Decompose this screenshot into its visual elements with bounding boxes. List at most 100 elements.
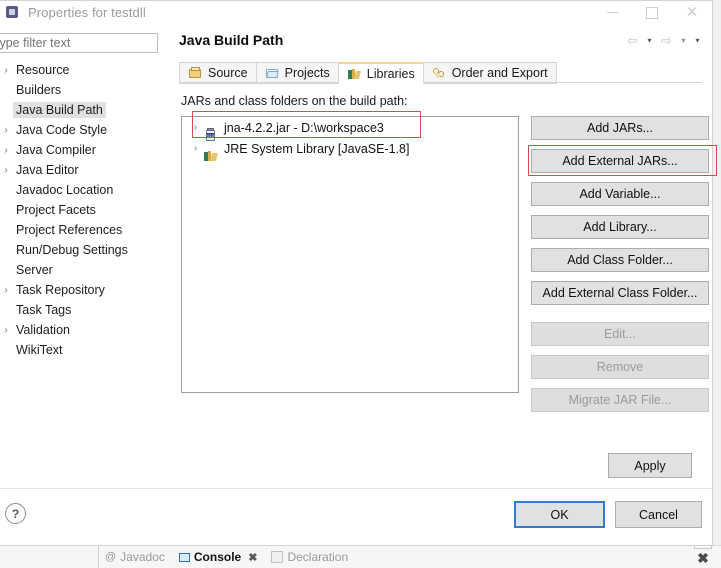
add-external-jars-button[interactable]: Add External JARs...	[531, 149, 709, 173]
page-title: Java Build Path	[179, 32, 284, 48]
build-path-entries-list[interactable]: › 010 jna-4.2.2.jar - D:\workspace3 › JR…	[181, 116, 519, 393]
sidebar-item-project-references[interactable]: › Project References	[0, 220, 167, 240]
sidebar-item-wikitext[interactable]: › WikiText	[0, 340, 167, 360]
page-menu-caret-icon[interactable]: ▾	[691, 31, 704, 50]
sidebar-item-run-debug-settings[interactable]: › Run/Debug Settings	[0, 240, 167, 260]
spacer-icon: ›	[0, 305, 13, 316]
sidebar-item-label: Task Repository	[16, 283, 105, 297]
migrate-jar-file-button: Migrate JAR File...	[531, 388, 709, 412]
filter-box[interactable]	[0, 33, 158, 53]
apply-row: Apply	[608, 453, 692, 478]
sidebar-item-resource[interactable]: › Resource	[0, 60, 167, 80]
sidebar-item-java-editor[interactable]: › Java Editor	[0, 160, 167, 180]
add-jars-button[interactable]: Add JARs...	[531, 116, 709, 140]
sidebar-item-validation[interactable]: › Validation	[0, 320, 167, 340]
sidebar-item-label: Java Compiler	[16, 143, 96, 157]
maximize-button[interactable]	[632, 1, 672, 24]
chevron-right-icon[interactable]: ›	[0, 165, 13, 176]
view-tab-console[interactable]: Console ✖	[172, 546, 265, 568]
sidebar-item-java-compiler[interactable]: › Java Compiler	[0, 140, 167, 160]
tab-order-and-export[interactable]: Order and Export	[422, 62, 557, 84]
order-export-icon	[432, 66, 447, 80]
sidebar-item-label: Project References	[16, 223, 123, 237]
help-icon[interactable]: ?	[5, 503, 26, 524]
sidebar-item-javadoc-location[interactable]: › Javadoc Location	[0, 180, 167, 200]
edit-button: Edit...	[531, 322, 709, 346]
sidebar-item-label: Java Build Path	[13, 102, 106, 118]
ok-button[interactable]: OK	[514, 501, 605, 528]
dialog-titlebar: Properties for testdll ✕	[0, 1, 712, 24]
add-library-button[interactable]: Add Library...	[531, 215, 709, 239]
settings-tree: › Resource › Builders › Java Build Path …	[0, 60, 167, 360]
chevron-right-icon[interactable]: ›	[0, 125, 13, 136]
spacer-icon: ›	[0, 225, 13, 236]
workbench-close-icon[interactable]: ✖	[694, 549, 712, 567]
tab-libraries[interactable]: Libraries	[337, 62, 424, 84]
add-external-class-folder-button[interactable]: Add External Class Folder...	[531, 281, 709, 305]
close-icon[interactable]: ✖	[248, 551, 257, 564]
sidebar-item-project-facets[interactable]: › Project Facets	[0, 200, 167, 220]
sidebar-item-java-code-style[interactable]: › Java Code Style	[0, 120, 167, 140]
view-tab-label: Console	[193, 550, 242, 564]
workbench-view-tabbar: @ Javadoc Console ✖ Declaration	[0, 545, 721, 568]
list-item[interactable]: › JRE System Library [JavaSE-1.8]	[182, 138, 518, 161]
chevron-right-icon[interactable]: ›	[0, 325, 13, 336]
page-header: Java Build Path ⇦ ▾ ⇨ ▾ ▾	[167, 24, 712, 60]
apply-button[interactable]: Apply	[608, 453, 692, 478]
source-folder-icon	[188, 66, 203, 80]
section-label: JARs and class folders on the build path…	[181, 94, 408, 108]
libraries-action-buttons: Add JARs... Add External JARs... Add Var…	[531, 116, 709, 421]
sidebar-item-label: WikiText	[16, 343, 63, 357]
chevron-right-icon[interactable]: ›	[188, 122, 203, 133]
spacer-icon: ›	[0, 245, 13, 256]
tab-underline	[179, 82, 702, 83]
declaration-icon	[271, 551, 284, 563]
view-tab-javadoc[interactable]: @ Javadoc	[98, 546, 172, 568]
properties-dialog: Properties for testdll ✕ › Resource	[0, 0, 713, 546]
sidebar-item-java-build-path[interactable]: › Java Build Path	[0, 100, 167, 120]
close-icon: ✕	[685, 4, 699, 21]
back-arrow-icon[interactable]: ⇦	[623, 31, 642, 50]
settings-page: Java Build Path ⇦ ▾ ⇨ ▾ ▾ Source Project…	[167, 24, 712, 490]
view-tab-label: Declaration	[287, 550, 349, 564]
add-variable-button[interactable]: Add Variable...	[531, 182, 709, 206]
tab-source[interactable]: Source	[179, 62, 257, 84]
chevron-right-icon[interactable]: ›	[0, 285, 13, 296]
sidebar-item-label: Resource	[16, 63, 70, 77]
settings-sidebar: › Resource › Builders › Java Build Path …	[0, 24, 168, 490]
sidebar-item-label: Java Code Style	[16, 123, 108, 137]
sidebar-item-task-tags[interactable]: › Task Tags	[0, 300, 167, 320]
forward-arrow-icon[interactable]: ⇨	[657, 31, 676, 50]
add-class-folder-button[interactable]: Add Class Folder...	[531, 248, 709, 272]
javadoc-icon: @	[105, 551, 117, 563]
forward-dropdown-caret-icon[interactable]: ▾	[677, 31, 690, 50]
sidebar-item-builders[interactable]: › Builders	[0, 80, 167, 100]
chevron-right-icon[interactable]: ›	[0, 145, 13, 156]
cancel-button[interactable]: Cancel	[615, 501, 702, 528]
tab-label: Order and Export	[451, 66, 548, 80]
spacer-icon: ›	[0, 185, 13, 196]
tab-label: Source	[208, 66, 248, 80]
sidebar-item-server[interactable]: › Server	[0, 260, 167, 280]
sidebar-item-label: Server	[16, 263, 53, 277]
sidebar-item-task-repository[interactable]: › Task Repository	[0, 280, 167, 300]
sidebar-item-label: Project Facets	[16, 203, 96, 217]
workbench-view-tabs: @ Javadoc Console ✖ Declaration	[98, 546, 355, 568]
properties-icon	[5, 5, 20, 20]
chevron-right-icon[interactable]: ›	[188, 143, 203, 154]
spacer-icon: ›	[0, 265, 13, 276]
view-tab-declaration[interactable]: Declaration	[264, 546, 355, 568]
back-dropdown-caret-icon[interactable]: ▾	[643, 31, 656, 50]
minimize-button[interactable]	[592, 1, 632, 24]
dialog-title: Properties for testdll	[28, 5, 146, 20]
sidebar-item-label: Builders	[16, 83, 62, 97]
workbench-right-strip	[712, 0, 721, 568]
chevron-right-icon[interactable]: ›	[0, 65, 13, 76]
list-item-label: jna-4.2.2.jar - D:\workspace3	[224, 120, 384, 135]
list-item[interactable]: › 010 jna-4.2.2.jar - D:\workspace3	[182, 117, 518, 141]
tab-projects[interactable]: Projects	[255, 62, 339, 84]
filter-input[interactable]	[0, 33, 157, 53]
close-button[interactable]: ✕	[672, 1, 712, 24]
dialog-actions: OK Cancel	[514, 501, 702, 528]
sidebar-item-label: Java Editor	[16, 163, 79, 177]
